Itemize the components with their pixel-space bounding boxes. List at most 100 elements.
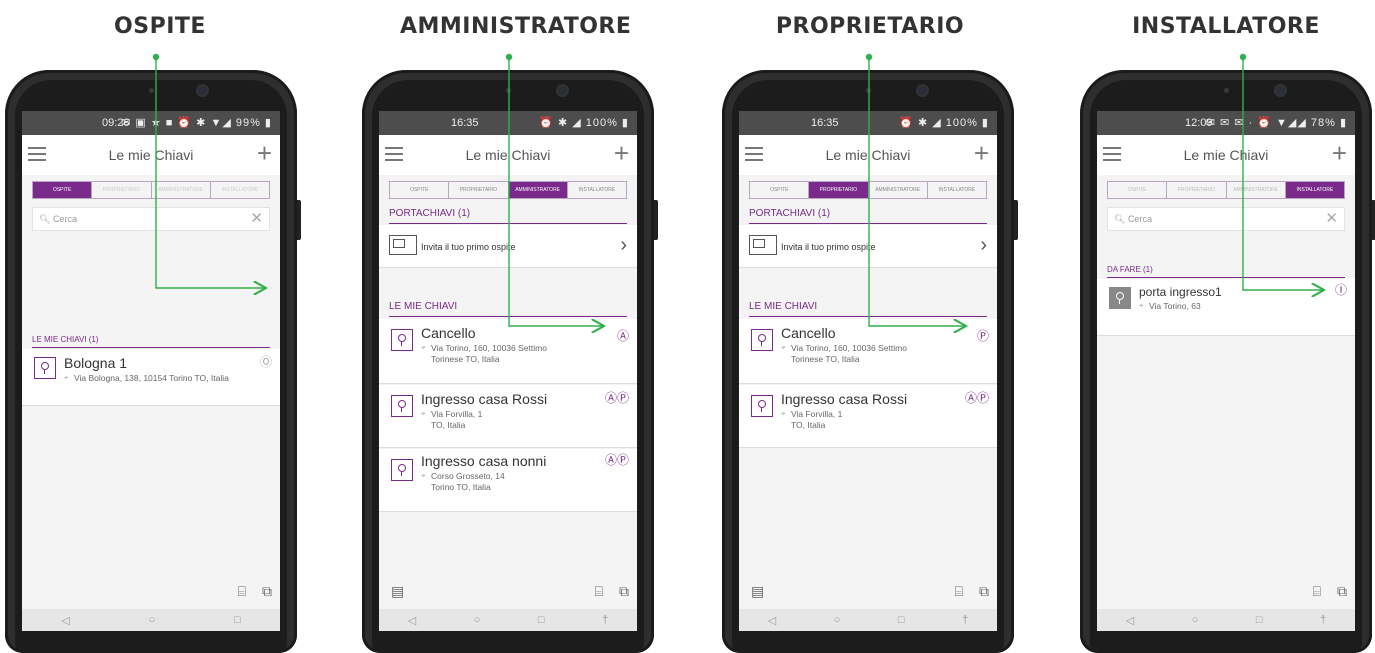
nav-back-icon[interactable]: ◁ — [1126, 614, 1134, 627]
invite-row[interactable]: Invita il tuo primo ospite › — [379, 225, 637, 268]
role-badge: ⒶⓅ — [964, 391, 989, 405]
scan-icon[interactable]: ⌸ — [1313, 583, 1321, 600]
nav-back-icon[interactable]: ◁ — [61, 614, 69, 627]
cards-icon[interactable]: ⧉ — [979, 583, 989, 600]
add-key-icon[interactable]: + — [1332, 140, 1347, 166]
phone-camera — [198, 86, 207, 95]
bottom-tools: ⌸ ⧉ — [22, 583, 280, 605]
nav-extra-icon[interactable]: † — [1320, 614, 1326, 626]
tab-ospite[interactable]: OSPITE — [1108, 182, 1168, 198]
key-icon — [751, 329, 773, 351]
app-topbar: Le mie Chiavi + — [379, 135, 637, 175]
nav-recent-icon[interactable]: □ — [538, 614, 545, 626]
search-input[interactable]: 🔍︎ Cerca ✕ — [1107, 207, 1345, 231]
contacts-icon[interactable]: ▤ — [751, 583, 764, 600]
key-row[interactable]: Ingresso casa Rossi ⌖ Via Forvilla, 1 TO… — [379, 385, 637, 448]
scan-icon[interactable]: ⌸ — [595, 583, 603, 600]
key-address-line2: TO, Italia — [791, 420, 826, 430]
tab-amministratore[interactable]: AMMINISTRATORE — [1227, 182, 1286, 198]
key-icon — [391, 329, 413, 351]
tab-proprietario[interactable]: PROPRIETARIO — [1167, 182, 1227, 198]
phone-ospite: 09:26 ✉ ▣ ★ ■ ⏰ ✱ ▼◢ 99% ▮ Le mie Chiavi… — [5, 70, 301, 653]
key-row[interactable]: porta ingresso1 ⌖ Via Torino, 63 Ⓘ — [1097, 279, 1355, 336]
add-key-icon[interactable]: + — [257, 140, 272, 166]
nav-recent-icon[interactable]: □ — [898, 614, 905, 626]
add-key-icon[interactable]: + — [974, 140, 989, 166]
role-tabs: OSPITE PROPRIETARIO AMMINISTRATORE INSTA… — [389, 181, 627, 199]
role-badge: ⒶⓅ — [604, 453, 629, 467]
tab-ospite[interactable]: OSPITE — [750, 182, 810, 198]
tab-ospite[interactable]: OSPITE — [33, 182, 93, 198]
android-navbar: ◁ ○ □ † — [1097, 609, 1355, 631]
tab-installatore[interactable]: INSTALLATORE — [928, 182, 986, 198]
nav-home-icon[interactable]: ○ — [149, 614, 156, 626]
tab-installatore[interactable]: INSTALLATORE — [1285, 182, 1344, 198]
role-badge: Ⓐ — [616, 329, 629, 343]
app-title: Le mie Chiavi — [465, 147, 551, 163]
status-bar: 12:09 ✉ ✉ ✉ · ⏰ ▼◢◢ 78% ▮ — [1097, 111, 1355, 135]
nav-back-icon[interactable]: ◁ — [768, 614, 776, 627]
phone-camera — [558, 86, 567, 95]
tab-amministratore[interactable]: AMMINISTRATORE — [152, 182, 211, 198]
contacts-icon[interactable]: ▤ — [391, 583, 404, 600]
tab-installatore[interactable]: INSTALLATORE — [211, 182, 269, 198]
cards-icon[interactable]: ⧉ — [619, 583, 629, 600]
location-pin-icon: ⌖ — [64, 373, 69, 382]
tab-installatore[interactable]: INSTALLATORE — [568, 182, 626, 198]
section-header: DA FARE (1) — [1107, 265, 1345, 278]
key-icon — [34, 357, 56, 379]
key-row[interactable]: Ingresso casa Rossi ⌖ Via Forvilla, 1 TO… — [739, 385, 997, 448]
nav-extra-icon[interactable]: † — [602, 614, 608, 626]
key-address-line1: Corso Grosseto, 14 — [431, 471, 505, 481]
role-badge-installatore: Ⓘ — [1334, 283, 1347, 297]
role-title-ospite: OSPITE — [114, 14, 206, 39]
nav-home-icon[interactable]: ○ — [834, 614, 841, 626]
nav-back-icon[interactable]: ◁ — [408, 614, 416, 627]
bottom-tools: ⌸ ⧉ — [1097, 583, 1355, 605]
tab-proprietario[interactable]: PROPRIETARIO — [449, 182, 509, 198]
tab-ospite[interactable]: OSPITE — [390, 182, 450, 198]
cards-icon[interactable]: ⧉ — [1337, 583, 1347, 600]
status-bar: 09:26 ✉ ▣ ★ ■ ⏰ ✱ ▼◢ 99% ▮ — [22, 111, 280, 135]
tab-amministratore[interactable]: AMMINISTRATORE — [508, 182, 568, 198]
keychain-icon — [389, 235, 417, 255]
key-row[interactable]: Ingresso casa nonni ⌖ Corso Grosseto, 14… — [379, 449, 637, 512]
tab-proprietario[interactable]: PROPRIETARIO — [809, 182, 869, 198]
key-row[interactable]: Cancello ⌖ Via Torino, 160, 10036 Settim… — [379, 319, 637, 384]
side-button — [654, 200, 658, 240]
nav-recent-icon[interactable]: □ — [234, 614, 241, 626]
chevron-right-icon: › — [980, 234, 987, 256]
nav-home-icon[interactable]: ○ — [1192, 614, 1199, 626]
clear-search-icon[interactable]: ✕ — [250, 208, 263, 230]
clear-search-icon[interactable]: ✕ — [1325, 208, 1338, 230]
cards-icon[interactable]: ⧉ — [262, 583, 272, 600]
tab-amministratore[interactable]: AMMINISTRATORE — [869, 182, 928, 198]
nav-extra-icon[interactable]: † — [962, 614, 968, 626]
key-title: Cancello — [781, 325, 836, 341]
phone-speaker — [1224, 88, 1229, 93]
app-title: Le mie Chiavi — [825, 147, 911, 163]
location-pin-icon: ⌖ — [421, 409, 426, 418]
search-input[interactable]: 🔍︎ Cerca ✕ — [32, 207, 270, 231]
phone-installatore: 12:09 ✉ ✉ ✉ · ⏰ ▼◢◢ 78% ▮ Le mie Chiavi … — [1080, 70, 1375, 653]
key-row[interactable]: Cancello ⌖ Via Torino, 160, 10036 Settim… — [739, 319, 997, 384]
key-address-line1: Via Forvilla, 1 — [431, 409, 483, 419]
nav-recent-icon[interactable]: □ — [1256, 614, 1263, 626]
app-screen: 16:35 ⏰ ✱ ◢ 100% ▮ Le mie Chiavi + OSPIT… — [379, 111, 637, 631]
scan-icon[interactable]: ⌸ — [238, 583, 246, 600]
side-button — [297, 200, 301, 240]
key-row[interactable]: Bologna 1 ⌖ Via Bologna, 138, 10154 Tori… — [22, 349, 280, 406]
phone-speaker — [866, 88, 871, 93]
phone-amministratore: 16:35 ⏰ ✱ ◢ 100% ▮ Le mie Chiavi + OSPIT… — [362, 70, 658, 653]
key-address-line2: Torinese TO, Italia — [431, 354, 500, 364]
side-button — [1014, 200, 1018, 240]
tab-proprietario[interactable]: PROPRIETARIO — [92, 182, 152, 198]
invite-row[interactable]: Invita il tuo primo ospite › — [739, 225, 997, 268]
search-label: 🔍︎ Cerca — [39, 214, 77, 224]
nav-home-icon[interactable]: ○ — [474, 614, 481, 626]
add-key-icon[interactable]: + — [614, 140, 629, 166]
scan-icon[interactable]: ⌸ — [955, 583, 963, 600]
section-header-chiavi: LE MIE CHIAVI — [749, 301, 987, 317]
phone-speaker — [506, 88, 511, 93]
android-navbar: ◁ ○ □ † — [739, 609, 997, 631]
